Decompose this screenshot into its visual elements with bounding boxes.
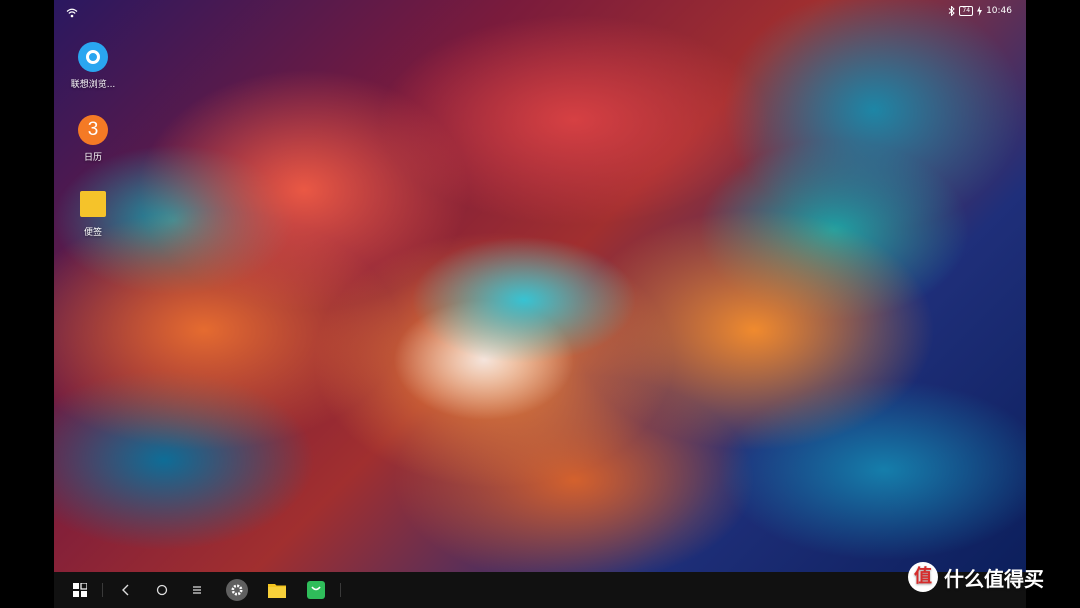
bluetooth-icon bbox=[949, 6, 956, 16]
home-icon bbox=[156, 584, 168, 596]
site-watermark: 值 什么值得买 bbox=[908, 562, 1044, 592]
battery-indicator: 74 bbox=[959, 6, 974, 16]
desktop-icon-notes[interactable]: 便签 bbox=[57, 191, 129, 238]
menu-icon bbox=[193, 586, 201, 594]
windows-start-icon bbox=[73, 583, 87, 597]
taskbar-divider bbox=[340, 583, 341, 597]
back-icon bbox=[122, 584, 129, 596]
app-store-button[interactable] bbox=[306, 580, 326, 600]
back-button[interactable] bbox=[116, 580, 136, 600]
desktop-icon-calendar[interactable]: 3 日历 bbox=[57, 115, 129, 163]
desktop-wallpaper: 74 10:46 联想浏览... 3 日历 便签 bbox=[54, 0, 1026, 572]
desktop-icon-label: 联想浏览... bbox=[70, 80, 116, 90]
browser-icon bbox=[78, 42, 108, 72]
watermark-text: 什么值得买 bbox=[944, 566, 1044, 591]
desktop-icon-label: 便签 bbox=[83, 228, 102, 238]
start-button[interactable] bbox=[70, 580, 90, 600]
screen: 74 10:46 联想浏览... 3 日历 便签 值 什么值得买 bbox=[0, 0, 1080, 608]
desktop-icon-browser[interactable]: 联想浏览... bbox=[57, 42, 129, 90]
taskbar-divider bbox=[102, 583, 103, 597]
desktop-icon-label: 日历 bbox=[83, 153, 102, 163]
calendar-icon: 3 bbox=[78, 115, 108, 145]
app-store-icon bbox=[307, 581, 325, 599]
status-bar: 74 10:46 bbox=[54, 0, 1026, 26]
wifi-icon bbox=[66, 8, 78, 18]
status-right-group: 74 10:46 bbox=[948, 6, 1012, 16]
home-button[interactable] bbox=[152, 580, 172, 600]
file-folder-icon bbox=[268, 584, 286, 598]
recents-button[interactable] bbox=[187, 580, 207, 600]
taskbar bbox=[54, 572, 1026, 608]
file-manager-button[interactable] bbox=[267, 580, 287, 600]
settings-icon bbox=[231, 584, 243, 596]
clock-time: 10:46 bbox=[986, 6, 1012, 16]
watermark-logo-icon: 值 bbox=[908, 562, 938, 592]
settings-app-button[interactable] bbox=[226, 579, 248, 601]
notes-icon bbox=[80, 191, 106, 217]
lightning-icon bbox=[977, 6, 983, 16]
